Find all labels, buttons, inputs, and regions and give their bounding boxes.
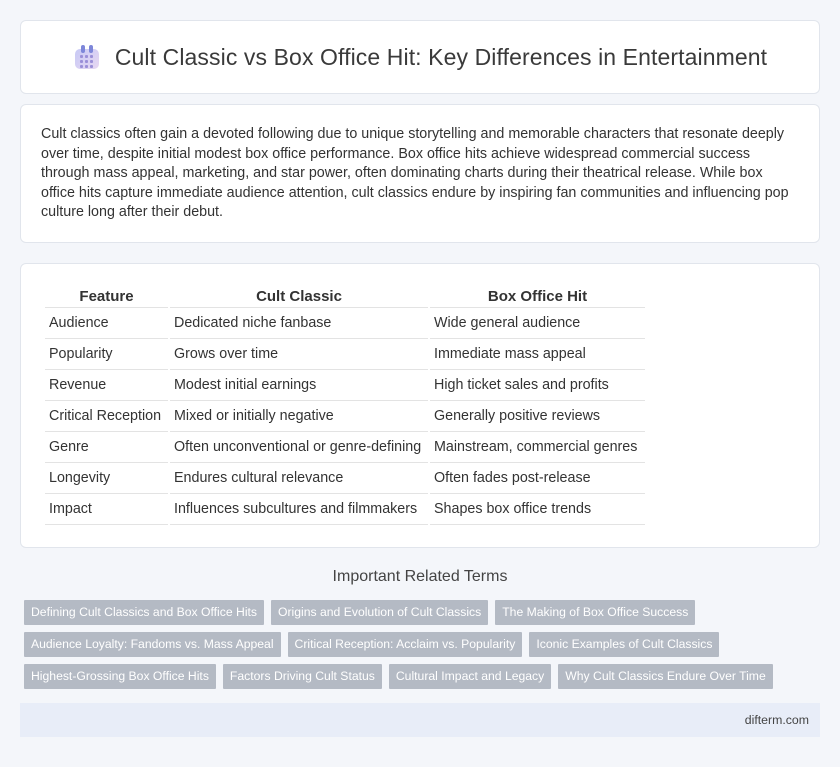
table-cell-feature: Popularity [45, 339, 168, 370]
table-cell-cult-classic: Grows over time [170, 339, 428, 370]
related-term-tag[interactable]: Audience Loyalty: Fandoms vs. Mass Appea… [24, 632, 281, 657]
table-cell-feature: Genre [45, 432, 168, 463]
table-cell-cult-classic: Influences subcultures and filmmakers [170, 494, 428, 525]
column-header-feature: Feature [45, 284, 168, 308]
related-term-tag[interactable]: Cultural Impact and Legacy [388, 664, 552, 689]
tag-row: Defining Cult Classics and Box Office Hi… [24, 600, 804, 625]
column-header-box-office-hit: Box Office Hit [430, 284, 645, 308]
table-cell-cult-classic: Dedicated niche fanbase [170, 308, 428, 339]
related-terms-title: Important Related Terms [332, 568, 508, 585]
footer: difterm.com [20, 703, 820, 737]
related-term-tag[interactable]: Origins and Evolution of Cult Classics [271, 600, 489, 625]
table-header-row: Feature Cult Classic Box Office Hit [45, 284, 645, 308]
table-row: Longevity Endures cultural relevance Oft… [45, 463, 645, 494]
table-cell-feature: Revenue [45, 370, 168, 401]
intro-card: Cult classics often gain a devoted follo… [20, 104, 820, 243]
table-row: Impact Influences subcultures and filmma… [45, 494, 645, 525]
column-header-cult-classic: Cult Classic [170, 284, 428, 308]
table-cell-cult-classic: Modest initial earnings [170, 370, 428, 401]
table-cell-box-office-hit: Mainstream, commercial genres [430, 432, 645, 463]
table-row: Revenue Modest initial earnings High tic… [45, 370, 645, 401]
related-term-tag[interactable]: The Making of Box Office Success [495, 600, 696, 625]
related-term-tag[interactable]: Critical Reception: Acclaim vs. Populari… [287, 632, 523, 657]
table-row: Audience Dedicated niche fanbase Wide ge… [45, 308, 645, 339]
table-cell-box-office-hit: Shapes box office trends [430, 494, 645, 525]
related-term-tag[interactable]: Defining Cult Classics and Box Office Hi… [24, 600, 265, 625]
table-cell-cult-classic: Endures cultural relevance [170, 463, 428, 494]
related-term-tag[interactable]: Why Cult Classics Endure Over Time [558, 664, 773, 689]
comparison-table: Feature Cult Classic Box Office Hit Audi… [43, 284, 647, 525]
tag-row: Highest-Grossing Box Office Hits Factors… [24, 664, 804, 689]
table-cell-box-office-hit: Wide general audience [430, 308, 645, 339]
table-cell-box-office-hit: Generally positive reviews [430, 401, 645, 432]
table-cell-box-office-hit: High ticket sales and profits [430, 370, 645, 401]
related-term-tag[interactable]: Iconic Examples of Cult Classics [529, 632, 720, 657]
header-card: Cult Classic vs Box Office Hit: Key Diff… [20, 20, 820, 94]
table-cell-cult-classic: Mixed or initially negative [170, 401, 428, 432]
table-cell-feature: Longevity [45, 463, 168, 494]
table-cell-box-office-hit: Often fades post-release [430, 463, 645, 494]
table-cell-box-office-hit: Immediate mass appeal [430, 339, 645, 370]
comparison-table-card: Feature Cult Classic Box Office Hit Audi… [20, 263, 820, 548]
table-cell-feature: Audience [45, 308, 168, 339]
footer-site-link[interactable]: difterm.com [745, 713, 809, 727]
tag-row: Audience Loyalty: Fandoms vs. Mass Appea… [24, 632, 804, 657]
table-cell-cult-classic: Often unconventional or genre-defining [170, 432, 428, 463]
table-row: Genre Often unconventional or genre-defi… [45, 432, 645, 463]
table-cell-feature: Impact [45, 494, 168, 525]
related-terms-tags: Defining Cult Classics and Box Office Hi… [24, 600, 804, 696]
related-term-tag[interactable]: Highest-Grossing Box Office Hits [24, 664, 216, 689]
table-row: Critical Reception Mixed or initially ne… [45, 401, 645, 432]
related-term-tag[interactable]: Factors Driving Cult Status [222, 664, 382, 689]
table-cell-feature: Critical Reception [45, 401, 168, 432]
calendar-icon [73, 44, 101, 70]
page-title: Cult Classic vs Box Office Hit: Key Diff… [114, 43, 768, 70]
intro-paragraph: Cult classics often gain a devoted follo… [41, 126, 789, 221]
table-row: Popularity Grows over time Immediate mas… [45, 339, 645, 370]
